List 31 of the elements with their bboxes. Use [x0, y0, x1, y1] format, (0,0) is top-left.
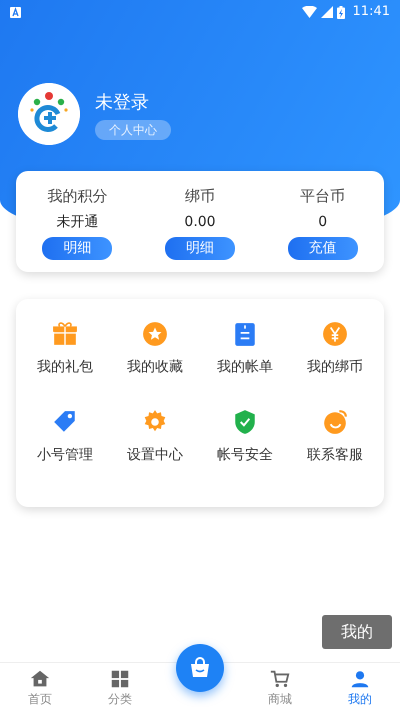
menu-item-link[interactable]: 设置中心 [127, 444, 183, 466]
menu-item-link[interactable]: 联系客服 [307, 444, 363, 466]
toast-message: 我的 [322, 615, 392, 649]
basket-button[interactable] [176, 644, 224, 692]
user-name: 未登录 [95, 90, 149, 114]
signal-icon [320, 6, 333, 18]
detail-button[interactable]: 充值 [288, 236, 358, 260]
tab[interactable]: 我的 [348, 690, 372, 708]
stat-value: 未开通 [56, 212, 98, 232]
app-logo [18, 83, 80, 145]
tab[interactable]: 商城 [268, 690, 292, 708]
menu-item-link[interactable]: 我的帐单 [217, 356, 273, 378]
detail-button[interactable]: 明细 [42, 236, 112, 260]
stat-label: 平台币 [300, 186, 346, 207]
menu-item-link[interactable]: 小号管理 [37, 444, 93, 466]
menu-item-link[interactable]: 我的绑币 [307, 356, 363, 378]
wifi-icon [302, 6, 317, 18]
menu-item-link[interactable]: 帐号安全 [217, 444, 273, 466]
menu-item-link[interactable]: 我的礼包 [37, 356, 93, 378]
stat-value: 0.00 [184, 212, 216, 232]
detail-button[interactable]: 明细 [165, 236, 235, 260]
stat-value: 0 [318, 212, 328, 232]
tab[interactable]: 首页 [28, 690, 52, 708]
menu-item-link[interactable]: 我的收藏 [127, 356, 183, 378]
clock-time: 11:41 [352, 3, 390, 22]
notification-icon [10, 6, 21, 18]
stat-label: 绑币 [185, 186, 215, 207]
stat-label: 我的积分 [47, 186, 108, 207]
tab[interactable]: 分类 [108, 690, 132, 708]
battery-icon [336, 6, 345, 18]
basket-icon [188, 656, 212, 680]
